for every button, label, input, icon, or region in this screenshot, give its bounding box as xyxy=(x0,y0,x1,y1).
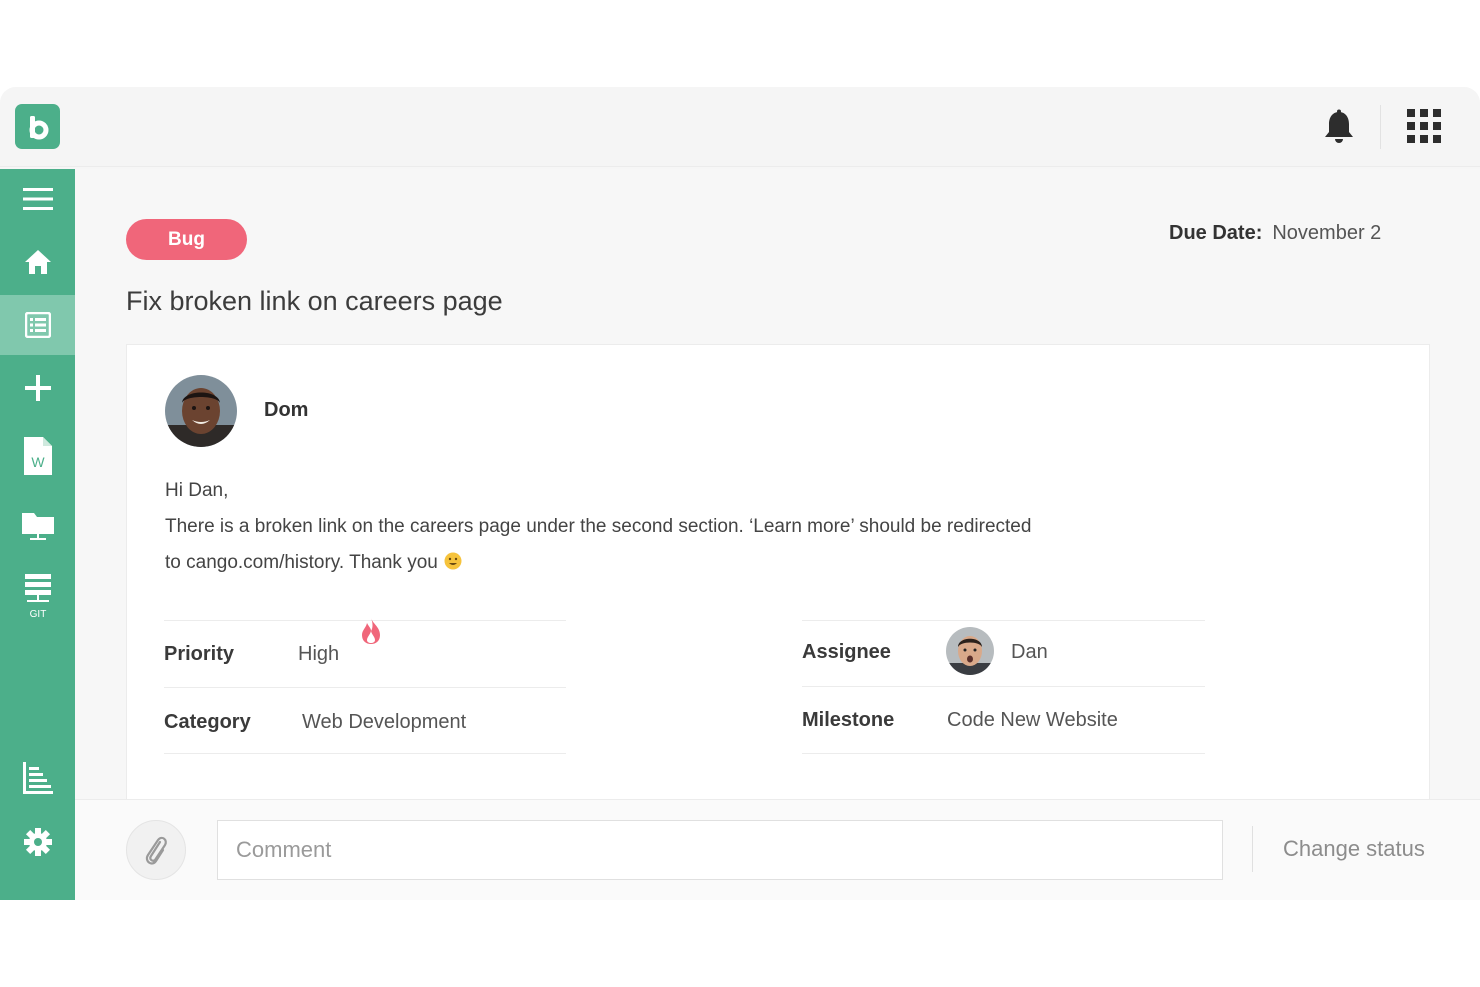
sidebar-item-tasks[interactable] xyxy=(0,295,75,355)
task-type-tag[interactable]: Bug xyxy=(126,219,247,260)
message-line: Hi Dan, xyxy=(165,480,229,501)
sidebar-item-git[interactable]: GIT xyxy=(0,561,75,631)
flame-icon xyxy=(362,618,380,644)
task-detail: Bug Due Date: November 2 Fix broken link … xyxy=(75,169,1480,900)
git-icon: GIT xyxy=(24,574,51,620)
topbar-divider xyxy=(1380,105,1381,149)
due-date: Due Date: November 2 xyxy=(1169,222,1381,245)
author-name: Dom xyxy=(264,399,309,421)
priority-label: Priority xyxy=(164,643,235,665)
top-bar xyxy=(0,87,1480,167)
bell-icon[interactable] xyxy=(1322,109,1356,145)
smiley-emoji-icon xyxy=(444,552,462,570)
word-doc-letter: W xyxy=(31,454,45,470)
attach-button[interactable] xyxy=(126,820,186,880)
sidebar-item-add[interactable] xyxy=(0,358,75,418)
message-line-text: to cango.com/history. Thank you xyxy=(165,552,438,573)
field-divider xyxy=(802,686,1205,687)
comment-bar: Change status xyxy=(75,799,1480,900)
message-body: Hi Dan, There is a broken link on the ca… xyxy=(165,473,1165,581)
word-document-icon: W xyxy=(23,437,52,475)
assignee-label: Assignee xyxy=(802,641,891,663)
field-divider xyxy=(802,620,1205,621)
assignee-value[interactable]: Dan xyxy=(1011,641,1048,664)
home-icon xyxy=(24,250,51,274)
field-divider xyxy=(164,753,566,754)
sidebar-item-reports[interactable] xyxy=(0,748,75,808)
milestone-label: Milestone xyxy=(802,709,895,731)
field-divider xyxy=(164,687,566,688)
category-value[interactable]: Web Development xyxy=(302,711,466,734)
priority-value[interactable]: High xyxy=(298,643,339,666)
sidebar-item-settings[interactable] xyxy=(0,812,75,872)
add-icon xyxy=(24,375,51,401)
message-line: There is a broken link on the careers pa… xyxy=(165,516,1032,537)
bar-chart-icon xyxy=(22,762,53,794)
comment-input[interactable] xyxy=(217,820,1223,880)
message-line: to cango.com/history. Thank you xyxy=(165,545,1165,581)
category-label: Category xyxy=(164,711,251,733)
settings-icon xyxy=(23,828,52,856)
apps-grid-icon[interactable] xyxy=(1407,109,1441,143)
footer-divider xyxy=(1252,826,1253,872)
due-date-value: November 2 xyxy=(1272,222,1382,244)
sidebar-item-home[interactable] xyxy=(0,232,75,292)
folder-icon xyxy=(21,513,54,540)
menu-icon xyxy=(22,188,53,210)
sidebar-item-documents[interactable]: W xyxy=(0,426,75,486)
paperclip-icon xyxy=(145,836,167,865)
git-label: GIT xyxy=(29,609,46,620)
app-window: W GIT Bug Due Date: November 2 Fix broke… xyxy=(0,87,1480,900)
assignee-avatar xyxy=(946,627,994,675)
author-avatar xyxy=(165,375,237,447)
field-divider xyxy=(802,753,1205,754)
change-status-button[interactable]: Change status xyxy=(1283,836,1425,862)
logo-b-icon xyxy=(29,115,48,139)
app-logo[interactable] xyxy=(15,104,60,149)
due-date-label: Due Date: xyxy=(1169,222,1263,244)
sidebar-item-folders[interactable] xyxy=(0,495,75,555)
sidebar: W GIT xyxy=(0,169,75,900)
task-list-icon xyxy=(24,312,51,338)
task-title: Fix broken link on careers page xyxy=(126,286,503,316)
sidebar-item-menu[interactable] xyxy=(0,169,75,229)
milestone-value[interactable]: Code New Website xyxy=(947,709,1118,732)
